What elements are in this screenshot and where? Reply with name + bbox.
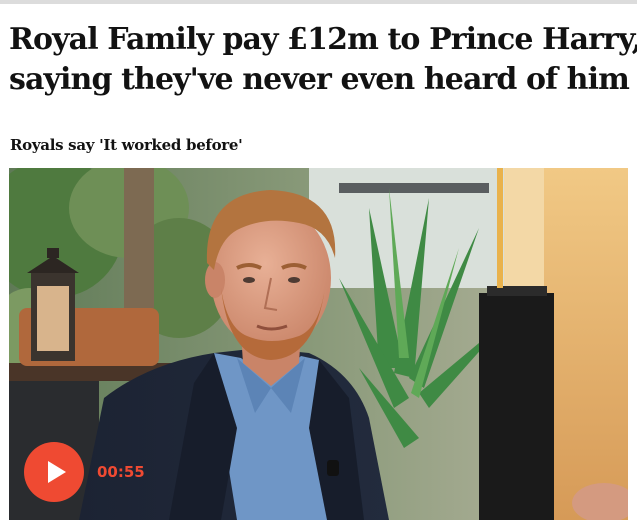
video-duration: 00:55 — [97, 463, 145, 481]
play-icon — [48, 461, 66, 483]
video-player[interactable]: 00:55 — [9, 168, 628, 520]
article-standfirst: Royals say 'It worked before' — [10, 136, 243, 154]
article-headline: Royal Family pay £12m to Prince Harry, s… — [9, 20, 637, 100]
play-button[interactable] — [24, 442, 84, 502]
headline-line-2: saying they've never even heard of him — [9, 62, 630, 97]
headline-line-1: Royal Family pay £12m to Prince Harry, — [9, 22, 637, 57]
top-divider — [0, 0, 637, 4]
